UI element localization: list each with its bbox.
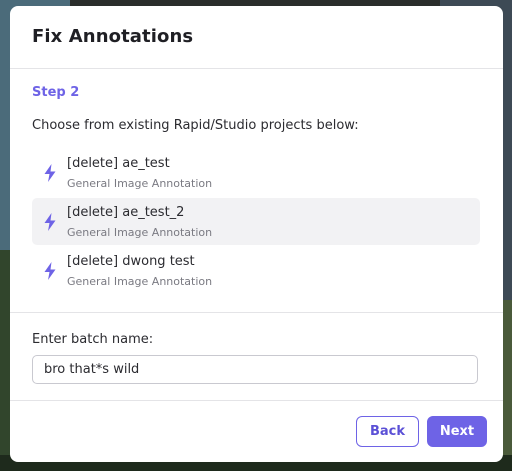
project-name: [delete] dwong test — [67, 254, 195, 269]
dialog-header: Fix Annotations — [10, 6, 503, 69]
project-type: General Image Annotation — [67, 177, 213, 190]
lightning-bolt-icon — [44, 262, 56, 280]
project-name: [delete] ae_test — [67, 156, 170, 171]
project-item[interactable]: [delete] dwong test General Image Annota… — [32, 247, 480, 294]
project-list: [delete] ae_test General Image Annotatio… — [32, 149, 480, 296]
next-button[interactable]: Next — [427, 416, 487, 447]
batch-name-input[interactable] — [32, 355, 478, 384]
project-item[interactable]: [delete] ae_test_2 General Image Annotat… — [32, 198, 480, 245]
project-type: General Image Annotation — [67, 275, 213, 288]
instruction-text: Choose from existing Rapid/Studio projec… — [32, 118, 359, 133]
fix-annotations-dialog: Fix Annotations Step 2 Choose from exist… — [10, 6, 503, 462]
back-button[interactable]: Back — [356, 416, 419, 447]
project-type: General Image Annotation — [67, 226, 213, 239]
section-divider — [10, 312, 503, 313]
project-name: [delete] ae_test_2 — [67, 205, 185, 220]
step-label: Step 2 — [32, 85, 80, 100]
batch-name-label: Enter batch name: — [32, 332, 154, 347]
dialog-title: Fix Annotations — [32, 26, 194, 47]
project-item[interactable]: [delete] ae_test General Image Annotatio… — [32, 149, 480, 196]
lightning-bolt-icon — [44, 213, 56, 231]
footer-divider — [10, 400, 503, 401]
lightning-bolt-icon — [44, 164, 56, 182]
